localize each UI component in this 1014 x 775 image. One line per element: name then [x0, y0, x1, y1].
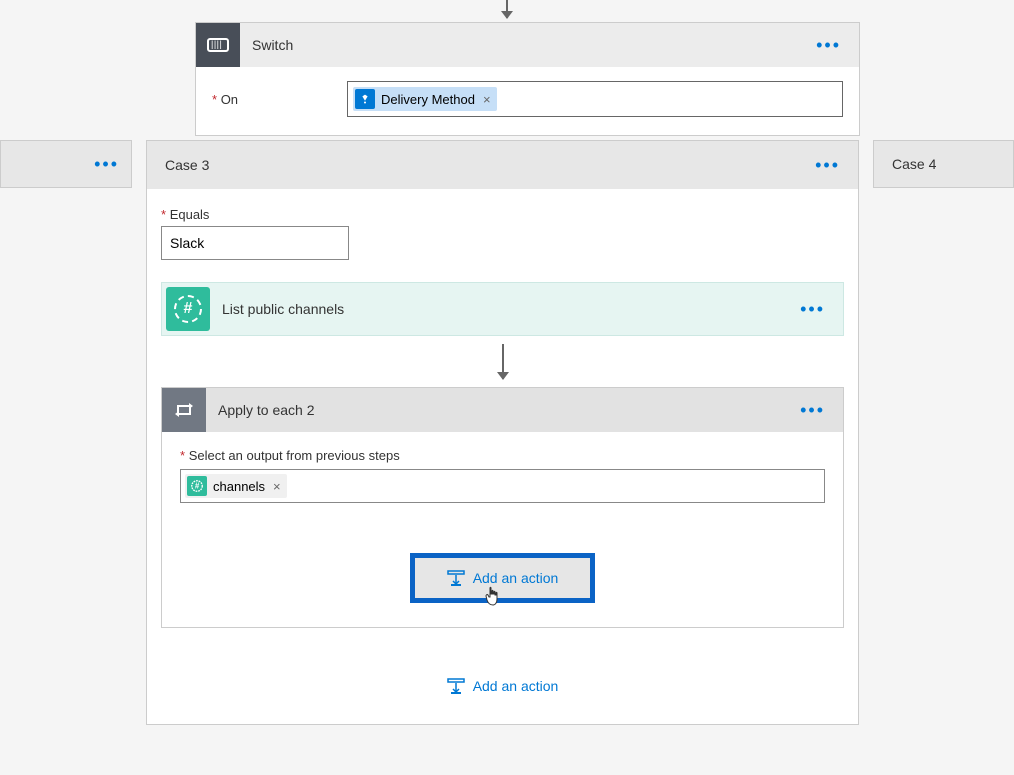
switch-header[interactable]: Switch •••: [196, 23, 859, 67]
add-action-label: Add an action: [473, 678, 559, 694]
case-3-card: Case 3 ••• * Equals # List public channe…: [146, 140, 859, 725]
token-label: channels: [213, 479, 265, 494]
connector-arrow: [502, 344, 504, 379]
switch-body: * On Delivery Method ×: [196, 67, 859, 135]
case-3-header[interactable]: Case 3 •••: [147, 141, 858, 189]
more-menu-icon[interactable]: •••: [815, 155, 840, 176]
add-action-icon: [447, 678, 465, 694]
remove-token-icon[interactable]: ×: [273, 479, 281, 494]
slack-small-icon: #: [187, 476, 207, 496]
add-action-button-highlighted[interactable]: Add an action: [410, 553, 595, 603]
case-4-title: Case 4: [892, 156, 936, 172]
select-output-field[interactable]: # channels ×: [180, 469, 825, 503]
add-action-label: Add an action: [473, 570, 559, 586]
case-previous-sliver[interactable]: •••: [0, 140, 132, 188]
add-action-icon: [447, 570, 465, 586]
token-label: Delivery Method: [381, 92, 475, 107]
cases-row: ••• Case 3 ••• * Equals # List public ch…: [0, 140, 1014, 725]
svg-text:#: #: [195, 482, 200, 491]
forms-icon: [355, 89, 375, 109]
more-menu-icon[interactable]: •••: [94, 154, 119, 175]
case-4-header[interactable]: Case 4: [873, 140, 1014, 188]
apply-title: Apply to each 2: [206, 402, 782, 418]
equals-input[interactable]: [161, 226, 349, 260]
case-3-title: Case 3: [165, 157, 209, 173]
loop-icon: [162, 388, 206, 432]
more-menu-icon[interactable]: •••: [798, 35, 859, 56]
add-action-button[interactable]: Add an action: [161, 678, 844, 694]
apply-header[interactable]: Apply to each 2 •••: [162, 388, 843, 432]
switch-icon: [196, 23, 240, 67]
list-channels-action[interactable]: # List public channels •••: [161, 282, 844, 336]
slack-icon: #: [166, 287, 210, 331]
on-field[interactable]: Delivery Method ×: [347, 81, 843, 117]
more-menu-icon[interactable]: •••: [782, 299, 843, 320]
token-channels[interactable]: # channels ×: [185, 474, 287, 498]
connector-arrow-top: [506, 0, 508, 18]
switch-title: Switch: [240, 37, 798, 53]
apply-to-each-card: Apply to each 2 ••• * Select an output f…: [161, 387, 844, 628]
remove-token-icon[interactable]: ×: [483, 92, 491, 107]
on-label: * On: [212, 92, 347, 107]
token-delivery-method[interactable]: Delivery Method ×: [353, 87, 497, 111]
equals-label: * Equals: [161, 207, 844, 222]
more-menu-icon[interactable]: •••: [782, 400, 843, 421]
select-output-label: * Select an output from previous steps: [180, 448, 825, 463]
cursor-hand-icon: [483, 586, 503, 613]
list-channels-title: List public channels: [214, 301, 782, 317]
switch-card: Switch ••• * On Delivery Method ×: [195, 22, 860, 136]
